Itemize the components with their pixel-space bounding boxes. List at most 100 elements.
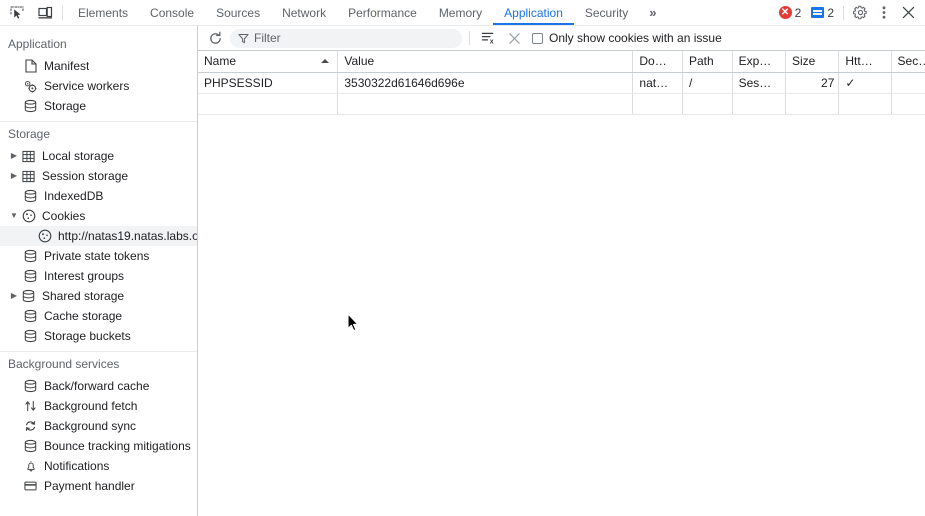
tab-elements[interactable]: Elements bbox=[67, 0, 139, 25]
sidebar-item-storage[interactable]: Storage bbox=[0, 96, 197, 116]
sidebar-item-label: Manifest bbox=[44, 59, 90, 73]
sidebar-item-interest-groups[interactable]: Interest groups bbox=[0, 266, 197, 286]
sidebar-item-label: IndexedDB bbox=[44, 189, 104, 203]
database-icon bbox=[22, 98, 39, 114]
more-tabs-button[interactable]: » bbox=[639, 0, 666, 25]
bell-icon bbox=[22, 458, 39, 474]
sidebar-item-label: Back/forward cache bbox=[44, 379, 150, 393]
tab-console[interactable]: Console bbox=[139, 0, 205, 25]
sidebar-item-cookie-origin[interactable]: http://natas19.natas.labs.o bbox=[0, 226, 197, 246]
tab-label: Performance bbox=[348, 5, 417, 20]
tab-memory[interactable]: Memory bbox=[428, 0, 493, 25]
tab-security[interactable]: Security bbox=[574, 0, 639, 25]
tab-application[interactable]: Application bbox=[493, 0, 574, 25]
database-icon bbox=[22, 328, 39, 344]
sidebar-item-label: Storage buckets bbox=[44, 329, 131, 343]
message-count-label: 2 bbox=[827, 5, 834, 20]
sidebar-item-service-workers[interactable]: Service workers bbox=[0, 76, 197, 96]
filter-input-container[interactable]: Filter bbox=[230, 28, 462, 48]
expand-twisty-icon[interactable]: ▶ bbox=[8, 166, 20, 186]
sidebar-item-label: Service workers bbox=[44, 79, 130, 93]
column-header-expires[interactable]: Exp… bbox=[732, 51, 786, 73]
sidebar-item-back-forward-cache[interactable]: Back/forward cache bbox=[0, 376, 197, 396]
cell-value[interactable]: 3530322d61646d696e bbox=[337, 72, 634, 94]
tab-label: Memory bbox=[438, 5, 483, 20]
sidebar-item-background-fetch[interactable]: Background fetch bbox=[0, 396, 197, 416]
clear-filtered-icon[interactable]: x bbox=[477, 28, 499, 48]
kebab-menu-icon[interactable] bbox=[873, 3, 895, 23]
cell-size[interactable]: 27 bbox=[785, 72, 840, 94]
cell-httponly[interactable]: ✓ bbox=[838, 72, 892, 94]
table-empty-row bbox=[198, 93, 925, 115]
inspect-element-icon[interactable] bbox=[6, 3, 28, 23]
sidebar-item-background-sync[interactable]: Background sync bbox=[0, 416, 197, 436]
cookie-icon bbox=[20, 208, 37, 224]
empty-cell bbox=[732, 93, 786, 115]
column-header-secure[interactable]: Sec… bbox=[891, 51, 925, 73]
tab-sources[interactable]: Sources bbox=[205, 0, 271, 25]
only-issues-checkbox[interactable] bbox=[532, 32, 543, 44]
column-header-path[interactable]: Path bbox=[682, 51, 733, 73]
tab-performance[interactable]: Performance bbox=[337, 0, 428, 25]
tab-label: Sources bbox=[216, 5, 261, 20]
gear-icon[interactable] bbox=[849, 3, 871, 23]
error-count-badge[interactable]: ✕ 2 bbox=[775, 3, 806, 23]
device-toolbar-icon[interactable] bbox=[34, 3, 56, 23]
expand-twisty-icon[interactable]: ▶ bbox=[8, 286, 20, 306]
sidebar-item-label: Bounce tracking mitigations bbox=[44, 439, 191, 453]
toolbar-divider bbox=[469, 31, 470, 45]
column-header-httponly[interactable]: Htt… bbox=[838, 51, 892, 73]
column-header-value[interactable]: Value bbox=[337, 51, 634, 73]
sidebar-item-bounce-tracking-mitigations[interactable]: Bounce tracking mitigations bbox=[0, 436, 197, 456]
clear-all-icon[interactable] bbox=[503, 28, 525, 48]
cookies-table-container[interactable]: Name Value Do… Path Exp… Size Htt… Sec… … bbox=[198, 51, 925, 516]
application-sidebar[interactable]: Application Manifest Service workers Sto… bbox=[0, 26, 198, 516]
sidebar-item-storage-buckets[interactable]: Storage buckets bbox=[0, 326, 197, 346]
sidebar-section-title-background-services: Background services bbox=[8, 357, 120, 371]
column-label: Exp… bbox=[738, 54, 772, 69]
sidebar-item-label: Cookies bbox=[42, 209, 86, 223]
sidebar-item-shared-storage[interactable]: ▶ Shared storage bbox=[0, 286, 197, 306]
sidebar-item-manifest[interactable]: Manifest bbox=[0, 56, 197, 76]
cell-name[interactable]: PHPSESSID bbox=[198, 72, 339, 94]
devtools-content: Application Manifest Service workers Sto… bbox=[0, 26, 925, 516]
empty-cell bbox=[337, 93, 634, 115]
only-issues-checkbox-row[interactable]: Only show cookies with an issue bbox=[532, 31, 722, 45]
cookies-toolbar: Filter x Only show cookies with an issue bbox=[198, 26, 925, 51]
close-icon[interactable] bbox=[897, 3, 919, 23]
sidebar-item-session-storage[interactable]: ▶ Session storage bbox=[0, 166, 197, 186]
database-icon bbox=[22, 268, 39, 284]
tab-label: Network bbox=[282, 5, 327, 20]
sidebar-item-payment-handler[interactable]: Payment handler bbox=[0, 476, 197, 496]
cell-domain[interactable]: nat… bbox=[632, 72, 683, 94]
svg-text:x: x bbox=[489, 39, 493, 45]
tab-network[interactable]: Network bbox=[271, 0, 337, 25]
cell-secure[interactable] bbox=[891, 72, 925, 94]
sidebar-item-cookies[interactable]: ▼ Cookies bbox=[0, 206, 197, 226]
sidebar-item-notifications[interactable]: Notifications bbox=[0, 456, 197, 476]
tab-label: Console bbox=[150, 5, 195, 20]
column-header-size[interactable]: Size bbox=[785, 51, 840, 73]
collapse-twisty-icon[interactable]: ▼ bbox=[8, 206, 20, 226]
table-icon bbox=[20, 168, 37, 184]
expand-twisty-icon[interactable]: ▶ bbox=[8, 146, 20, 166]
panel-tabstrip: Elements Console Sources Network Perform… bbox=[67, 0, 775, 25]
sidebar-item-cache-storage[interactable]: Cache storage bbox=[0, 306, 197, 326]
sort-ascending-icon bbox=[321, 59, 330, 64]
column-header-domain[interactable]: Do… bbox=[632, 51, 683, 73]
table-row[interactable]: PHPSESSID 3530322d61646d696e nat… / Ses…… bbox=[198, 72, 925, 94]
filter-input[interactable]: Filter bbox=[254, 31, 281, 45]
sidebar-item-label: Interest groups bbox=[44, 269, 125, 283]
error-count-label: 2 bbox=[794, 5, 802, 20]
sidebar-item-private-state-tokens[interactable]: Private state tokens bbox=[0, 246, 197, 266]
message-count-badge[interactable]: 2 bbox=[807, 3, 838, 23]
sidebar-item-label: Background fetch bbox=[44, 399, 138, 413]
empty-cell bbox=[198, 93, 339, 115]
column-header-name[interactable]: Name bbox=[198, 51, 339, 73]
refresh-icon[interactable] bbox=[204, 28, 226, 48]
cell-path[interactable]: / bbox=[682, 72, 733, 94]
cell-expires[interactable]: Ses… bbox=[732, 72, 786, 94]
sidebar-item-local-storage[interactable]: ▶ Local storage bbox=[0, 146, 197, 166]
sidebar-item-indexeddb[interactable]: IndexedDB bbox=[0, 186, 197, 206]
sidebar-item-label: Session storage bbox=[42, 169, 129, 183]
